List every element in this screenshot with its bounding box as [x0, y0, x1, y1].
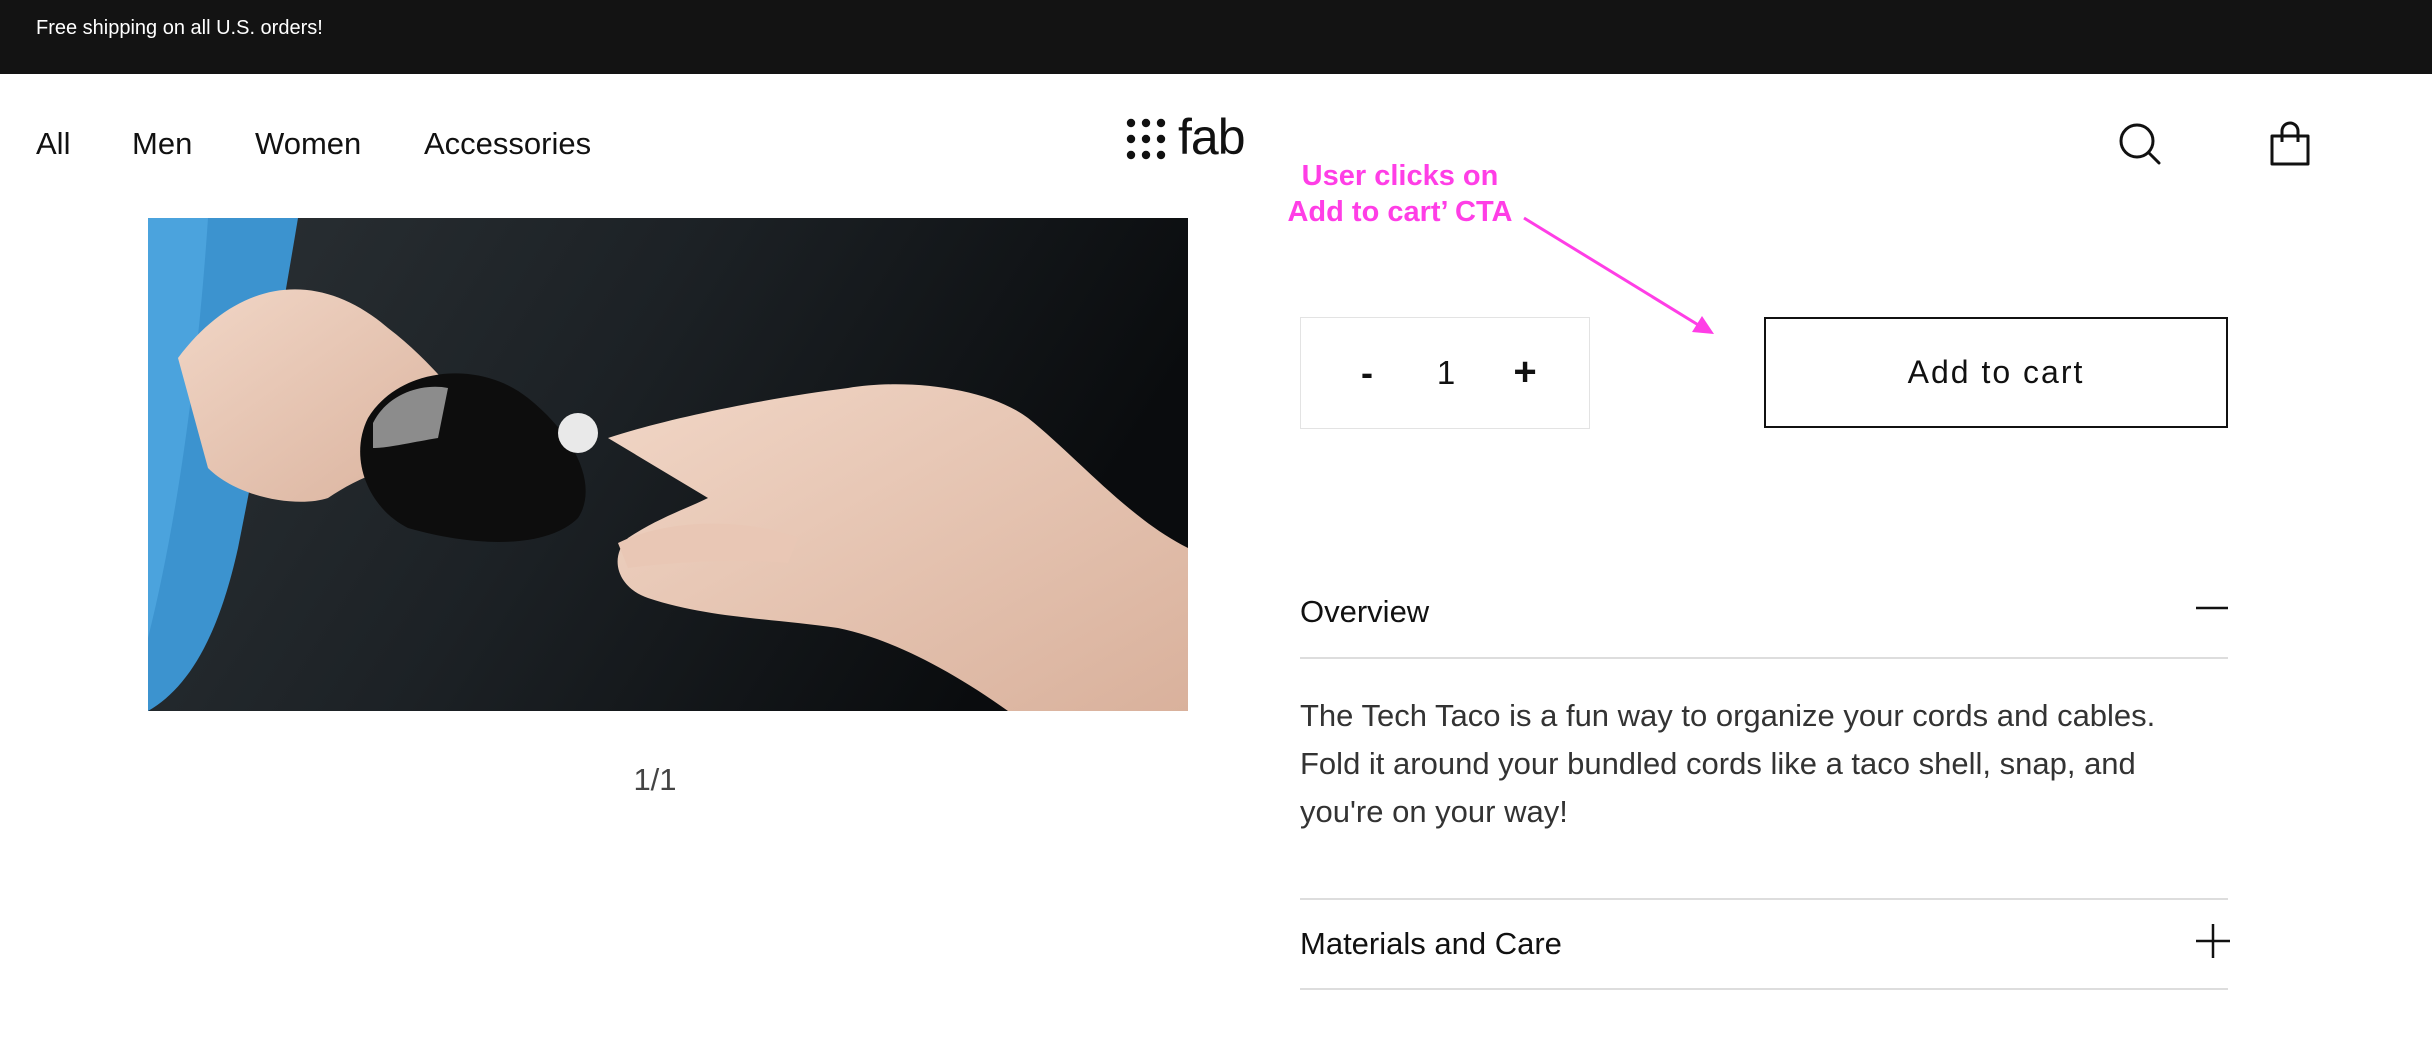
accordion-title-overview[interactable]: Overview: [1300, 594, 1429, 630]
search-icon[interactable]: [2118, 122, 2162, 166]
decrease-quantity-button[interactable]: -: [1355, 352, 1379, 394]
shopping-bag-icon[interactable]: [2268, 120, 2312, 168]
logo-text: fab: [1178, 109, 1246, 165]
quantity-value[interactable]: 1: [1423, 354, 1469, 392]
brand-logo[interactable]: fab: [1126, 109, 1256, 166]
overview-description: The Tech Taco is a fun way to organize y…: [1300, 698, 2156, 829]
accordion-divider: [1300, 898, 2228, 900]
annotation-callout: User clicks on Add to cart’ CTA: [1270, 158, 1530, 230]
nav-item-accessories[interactable]: Accessories: [424, 126, 591, 162]
increase-quantity-button[interactable]: +: [1509, 350, 1541, 395]
nav-item-men[interactable]: Men: [132, 126, 192, 162]
product-photo: [148, 218, 1188, 711]
nav-item-all[interactable]: All: [36, 126, 70, 162]
annotation-line-1: User clicks on: [1301, 160, 1499, 192]
accordion-divider: [1300, 988, 2228, 990]
minus-icon[interactable]: [2196, 598, 2228, 618]
accordion-title-materials-and-care[interactable]: Materials and Care: [1300, 926, 1562, 962]
announcement-bar: Free shipping on all U.S. orders!: [0, 0, 2432, 74]
announcement-text: Free shipping on all U.S. orders!: [36, 17, 323, 39]
nav-item-women[interactable]: Women: [255, 126, 361, 162]
add-to-cart-button[interactable]: Add to cart: [1764, 317, 2228, 428]
product-image[interactable]: [148, 218, 1188, 711]
annotation-line-2: Add to cart’ CTA: [1287, 196, 1513, 228]
accordion-divider: [1300, 657, 2228, 659]
image-counter: 1/1: [633, 762, 677, 797]
plus-icon[interactable]: [2196, 924, 2230, 958]
quantity-stepper: - 1 +: [1300, 317, 1590, 429]
nine-dot-grid-icon: [1126, 118, 1166, 160]
